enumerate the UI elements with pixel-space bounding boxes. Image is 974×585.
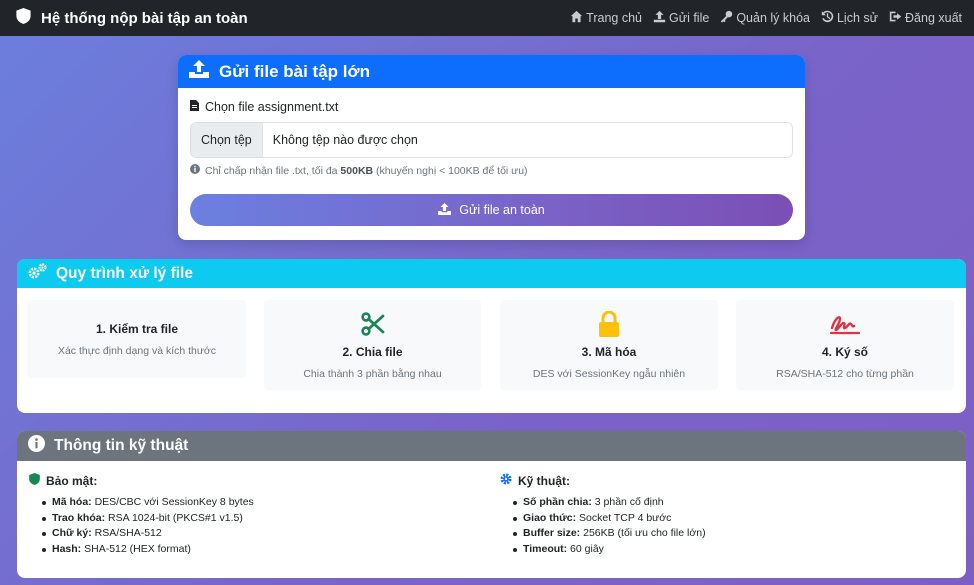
hint-prefix: Chỉ chấp nhận file .txt, tối đa bbox=[205, 164, 341, 177]
navbar: Hệ thống nộp bài tập an toàn Trang chủ G… bbox=[0, 0, 974, 36]
brand-title: Hệ thống nộp bài tập an toàn bbox=[41, 9, 248, 27]
key-icon bbox=[720, 10, 733, 26]
technical-column: Kỹ thuật: Số phần chia: 3 phần cố định G… bbox=[500, 473, 706, 557]
logout-icon bbox=[889, 10, 902, 26]
list-item: Trao khóa: RSA 1024-bit (PKCS#1 v1.5) bbox=[42, 511, 254, 527]
step-desc: Xác thực định dạng và kích thước bbox=[57, 344, 217, 357]
signature-icon bbox=[829, 311, 861, 337]
step-desc: Chia thành 3 phần bằng nhau bbox=[303, 367, 442, 380]
choose-file-button[interactable]: Chọn tệp bbox=[191, 123, 263, 157]
nav-link-history[interactable]: Lịch sử bbox=[821, 10, 878, 26]
upload-icon bbox=[438, 202, 452, 218]
list-item: Số phần chia: 3 phần cố định bbox=[513, 495, 706, 511]
nav-link-upload[interactable]: Gửi file bbox=[653, 10, 709, 26]
upload-card-title: Gửi file bài tập lớn bbox=[219, 61, 370, 81]
hint-size: 500KB bbox=[340, 164, 374, 177]
technical-title: Kỹ thuật: bbox=[500, 473, 706, 488]
step-encrypt: 3. Mã hóa DES với SessionKey ngẫu nhiên bbox=[500, 300, 718, 390]
process-card-title: Quy trình xử lý file bbox=[56, 264, 193, 282]
file-hint: Chỉ chấp nhận file .txt, tối đa 500KB (k… bbox=[190, 164, 793, 177]
step-desc: RSA/SHA-512 cho từng phần bbox=[776, 367, 914, 380]
list-item: Mã hóa: DES/CBC với SessionKey 8 bytes bbox=[42, 495, 254, 511]
list-item: Timeout: 60 giây bbox=[513, 542, 706, 558]
nav-link-label: Gửi file bbox=[668, 11, 710, 25]
tech-card-header: Thông tin kỹ thuật bbox=[17, 431, 966, 461]
history-icon bbox=[821, 10, 834, 26]
shield-icon bbox=[16, 8, 31, 28]
step-title: 1. Kiểm tra file bbox=[95, 321, 179, 336]
file-icon bbox=[190, 100, 199, 114]
nav-link-logout[interactable]: Đăng xuất bbox=[889, 10, 962, 26]
upload-card: Gửi file bài tập lớn Chọn file assignmen… bbox=[178, 55, 805, 240]
submit-button[interactable]: Gửi file an toàn bbox=[190, 194, 793, 226]
step-sign: 4. Ký số RSA/SHA-512 cho từng phần bbox=[736, 300, 954, 390]
step-title: 4. Ký số bbox=[821, 344, 869, 359]
list-item: Hash: SHA-512 (HEX format) bbox=[42, 542, 254, 558]
process-card-header: Quy trình xử lý file bbox=[17, 259, 966, 288]
process-card: Quy trình xử lý file 1. Kiểm tra file Xá… bbox=[17, 259, 966, 413]
file-label: Chọn file assignment.txt bbox=[190, 100, 793, 114]
nav-link-label: Trang chủ bbox=[586, 11, 642, 25]
list-item: Chữ ký: RSA/SHA-512 bbox=[42, 526, 254, 542]
tech-card-title: Thông tin kỹ thuật bbox=[54, 437, 189, 454]
lock-icon bbox=[598, 310, 620, 337]
upload-icon bbox=[189, 60, 209, 83]
info-icon bbox=[190, 164, 200, 177]
info-circle-icon bbox=[28, 435, 45, 457]
nav-links: Trang chủ Gửi file Quản lý khóa Lịch sử … bbox=[570, 10, 962, 26]
file-label-text: Chọn file assignment.txt bbox=[205, 100, 339, 114]
gears-icon bbox=[28, 263, 48, 284]
nav-link-home[interactable]: Trang chủ bbox=[570, 10, 642, 26]
step-desc: DES với SessionKey ngẫu nhiên bbox=[532, 367, 686, 380]
gear-icon bbox=[500, 473, 512, 488]
step-validate: 1. Kiểm tra file Xác thực định dạng và k… bbox=[28, 300, 246, 378]
list-item: Buffer size: 256KB (tối ưu cho file lớn) bbox=[513, 526, 706, 542]
security-column: Bảo mật: Mã hóa: DES/CBC với SessionKey … bbox=[29, 473, 254, 557]
file-input[interactable]: Chọn tệp Không tệp nào được chọn bbox=[190, 122, 793, 158]
step-split: 2. Chia file Chia thành 3 phần bằng nhau bbox=[264, 300, 481, 390]
nav-link-keys[interactable]: Quản lý khóa bbox=[720, 10, 810, 26]
brand[interactable]: Hệ thống nộp bài tập an toàn bbox=[16, 8, 248, 28]
submit-button-label: Gửi file an toàn bbox=[459, 203, 545, 217]
nav-link-label: Quản lý khóa bbox=[736, 11, 810, 25]
nav-link-label: Đăng xuất bbox=[905, 11, 962, 25]
list-item: Giao thức: Socket TCP 4 bước bbox=[513, 511, 706, 527]
step-title: 3. Mã hóa bbox=[581, 344, 637, 359]
tech-card: Thông tin kỹ thuật Bảo mật: Mã hóa: DES/… bbox=[17, 431, 966, 578]
upload-icon bbox=[653, 10, 666, 26]
nav-link-label: Lịch sử bbox=[836, 11, 879, 25]
hint-suffix: (khuyến nghị < 100KB để tối ưu) bbox=[373, 164, 528, 177]
shield-icon bbox=[29, 473, 40, 488]
file-name-text: Không tệp nào được chọn bbox=[272, 133, 418, 147]
step-title: 2. Chia file bbox=[342, 344, 403, 359]
scissors-icon bbox=[360, 311, 385, 337]
upload-card-header: Gửi file bài tập lớn bbox=[178, 55, 805, 88]
security-title: Bảo mật: bbox=[29, 473, 254, 488]
home-icon bbox=[570, 10, 583, 26]
